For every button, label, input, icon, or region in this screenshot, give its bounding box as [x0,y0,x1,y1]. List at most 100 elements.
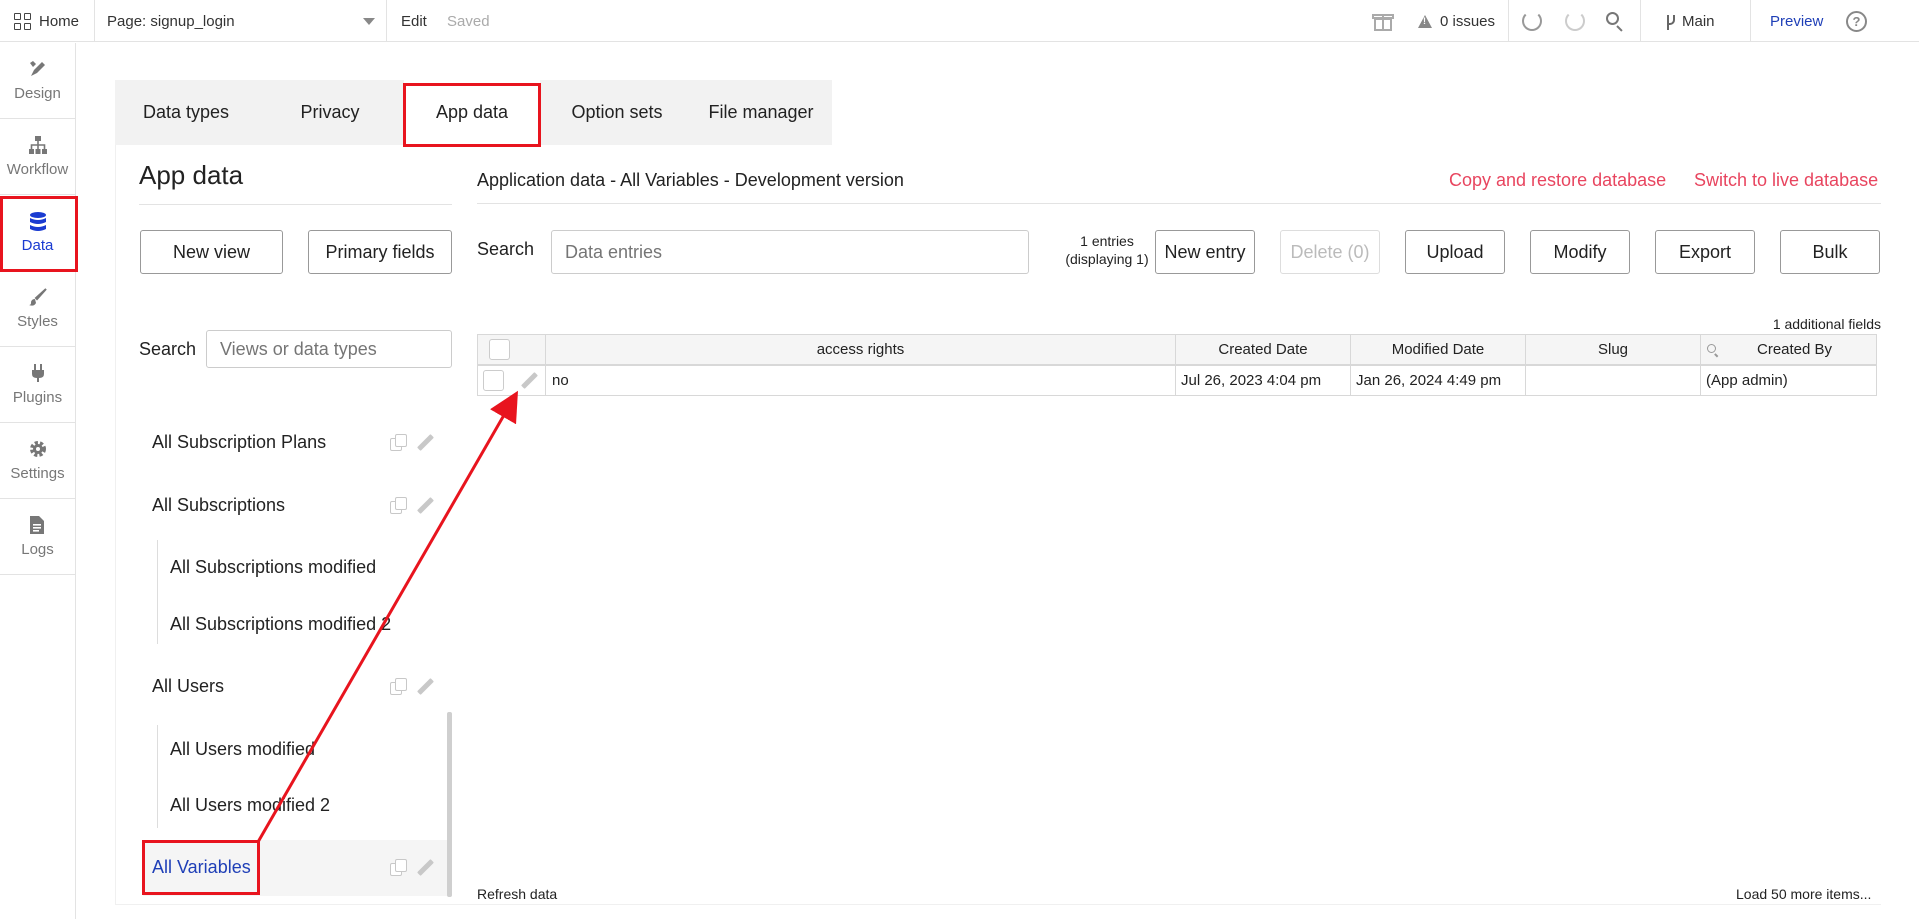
gear-icon [28,439,48,459]
rail-label: Data [21,237,54,254]
refresh-data-link[interactable]: Refresh data [477,886,557,902]
column-header[interactable]: Created Date [1176,335,1351,364]
row-checkbox[interactable] [483,370,504,391]
saved-status: Saved [447,12,490,30]
views-scrollbar[interactable] [447,712,452,897]
column-header[interactable]: Modified Date [1351,335,1526,364]
view-item[interactable]: All Subscriptions [152,495,285,516]
switch-live-database-link[interactable]: Switch to live database [1694,170,1878,191]
upload-button[interactable]: Upload [1405,230,1505,274]
rail-label: Logs [21,541,54,558]
view-item-all-variables[interactable]: All Variables [152,857,251,878]
cell-modified-date[interactable]: Jan 26, 2024 4:49 pm [1351,366,1526,395]
redo-button[interactable] [1565,0,1585,42]
delete-button[interactable]: Delete (0) [1280,230,1380,274]
tab-privacy[interactable]: Privacy [262,80,398,145]
gift-button[interactable] [1372,0,1394,42]
modify-button[interactable]: Modify [1530,230,1630,274]
panel-title: App data [139,160,244,190]
column-header-created-by[interactable]: Created By [1701,335,1876,364]
pencil-icon[interactable] [416,497,434,515]
column-header[interactable]: access rights [546,335,1176,364]
issues-count: 0 issues [1440,12,1496,30]
tab-data-types[interactable]: Data types [115,80,257,145]
search-button[interactable] [1605,0,1625,42]
table-row[interactable]: no Jul 26, 2023 4:04 pm Jan 26, 2024 4:4… [477,365,1877,396]
rail-item-settings[interactable]: Settings [0,423,75,499]
divider [1508,0,1509,42]
view-item[interactable]: All Users [152,676,224,697]
rail-item-design[interactable]: Design [0,43,75,119]
row-select-cell [478,366,546,395]
rail-label: Settings [10,465,65,482]
primary-fields-button[interactable]: Primary fields [308,230,452,274]
divider [1640,0,1641,42]
entries-search-input[interactable] [551,230,1029,274]
cell-created-date[interactable]: Jul 26, 2023 4:04 pm [1176,366,1351,395]
view-item[interactable]: All Users modified 2 [170,795,330,816]
issues-button[interactable]: 0 issues [1418,0,1495,42]
branch-label: Main [1682,12,1715,30]
select-all-checkbox[interactable] [489,339,510,360]
left-rail: Design Workflow Data Styles Plugins Sett… [0,43,76,919]
page-dropdown[interactable]: Page: signup_login [107,0,381,42]
tab-file-manager[interactable]: File manager [694,80,828,145]
warning-icon [1418,14,1432,28]
pencil-icon[interactable] [416,434,434,452]
view-item[interactable]: All Users modified [170,739,315,760]
new-entry-button[interactable]: New entry [1155,230,1255,274]
workflow-icon [28,135,48,155]
grid-icon [14,12,31,30]
select-all-cell [478,335,546,364]
rail-item-plugins[interactable]: Plugins [0,347,75,423]
divider [386,0,387,42]
rail-item-workflow[interactable]: Workflow [0,119,75,195]
cell-access-rights[interactable]: no [546,366,1176,395]
tab-app-data[interactable]: App data [404,80,540,145]
preview-button[interactable]: Preview [1770,0,1823,42]
branch-icon [1665,13,1675,30]
branch-button[interactable]: Main [1665,0,1715,42]
view-item[interactable]: All Subscriptions modified 2 [170,614,391,635]
load-more-link[interactable]: Load 50 more items... [1736,886,1871,902]
copy-restore-database-link[interactable]: Copy and restore database [1449,170,1666,191]
bulk-button[interactable]: Bulk [1780,230,1880,274]
cell-created-by[interactable]: (App admin) [1701,366,1876,395]
indent-line [157,540,158,644]
preview-label: Preview [1770,12,1824,30]
rail-item-styles[interactable]: Styles [0,271,75,347]
rail-item-logs[interactable]: Logs [0,499,75,575]
search-icon[interactable] [1707,343,1719,357]
indent-line [157,725,158,828]
copy-icon[interactable] [390,434,408,452]
copy-icon[interactable] [390,678,408,696]
tab-option-sets[interactable]: Option sets [548,80,686,145]
home-label: Home [39,12,80,30]
edit-row-pencil-icon[interactable] [520,372,538,390]
export-button[interactable]: Export [1655,230,1755,274]
column-header[interactable]: Slug [1526,335,1701,364]
help-button[interactable]: ? [1846,0,1867,42]
document-icon [28,515,48,535]
pencil-icon[interactable] [416,859,434,877]
rail-label: Plugins [12,389,63,406]
rail-item-data[interactable]: Data [0,195,75,271]
database-icon [28,211,48,231]
view-item[interactable]: All Subscription Plans [152,432,326,453]
home-button[interactable]: Home [14,0,79,42]
undo-button[interactable] [1522,0,1542,42]
view-item[interactable]: All Subscriptions modified [170,557,376,578]
views-search-input[interactable] [206,330,452,368]
edit-menu[interactable]: Edit [401,0,427,42]
plug-icon [28,363,48,383]
divider [139,204,452,205]
gift-icon [1372,11,1394,31]
entries-search-label: Search [477,239,535,259]
copy-icon[interactable] [390,859,408,877]
pencil-icon[interactable] [416,678,434,696]
new-view-button[interactable]: New view [140,230,283,274]
views-search-label: Search [139,339,197,359]
cell-slug[interactable] [1526,366,1701,395]
copy-icon[interactable] [390,497,408,515]
additional-fields-link[interactable]: 1 additional fields [1700,316,1881,332]
